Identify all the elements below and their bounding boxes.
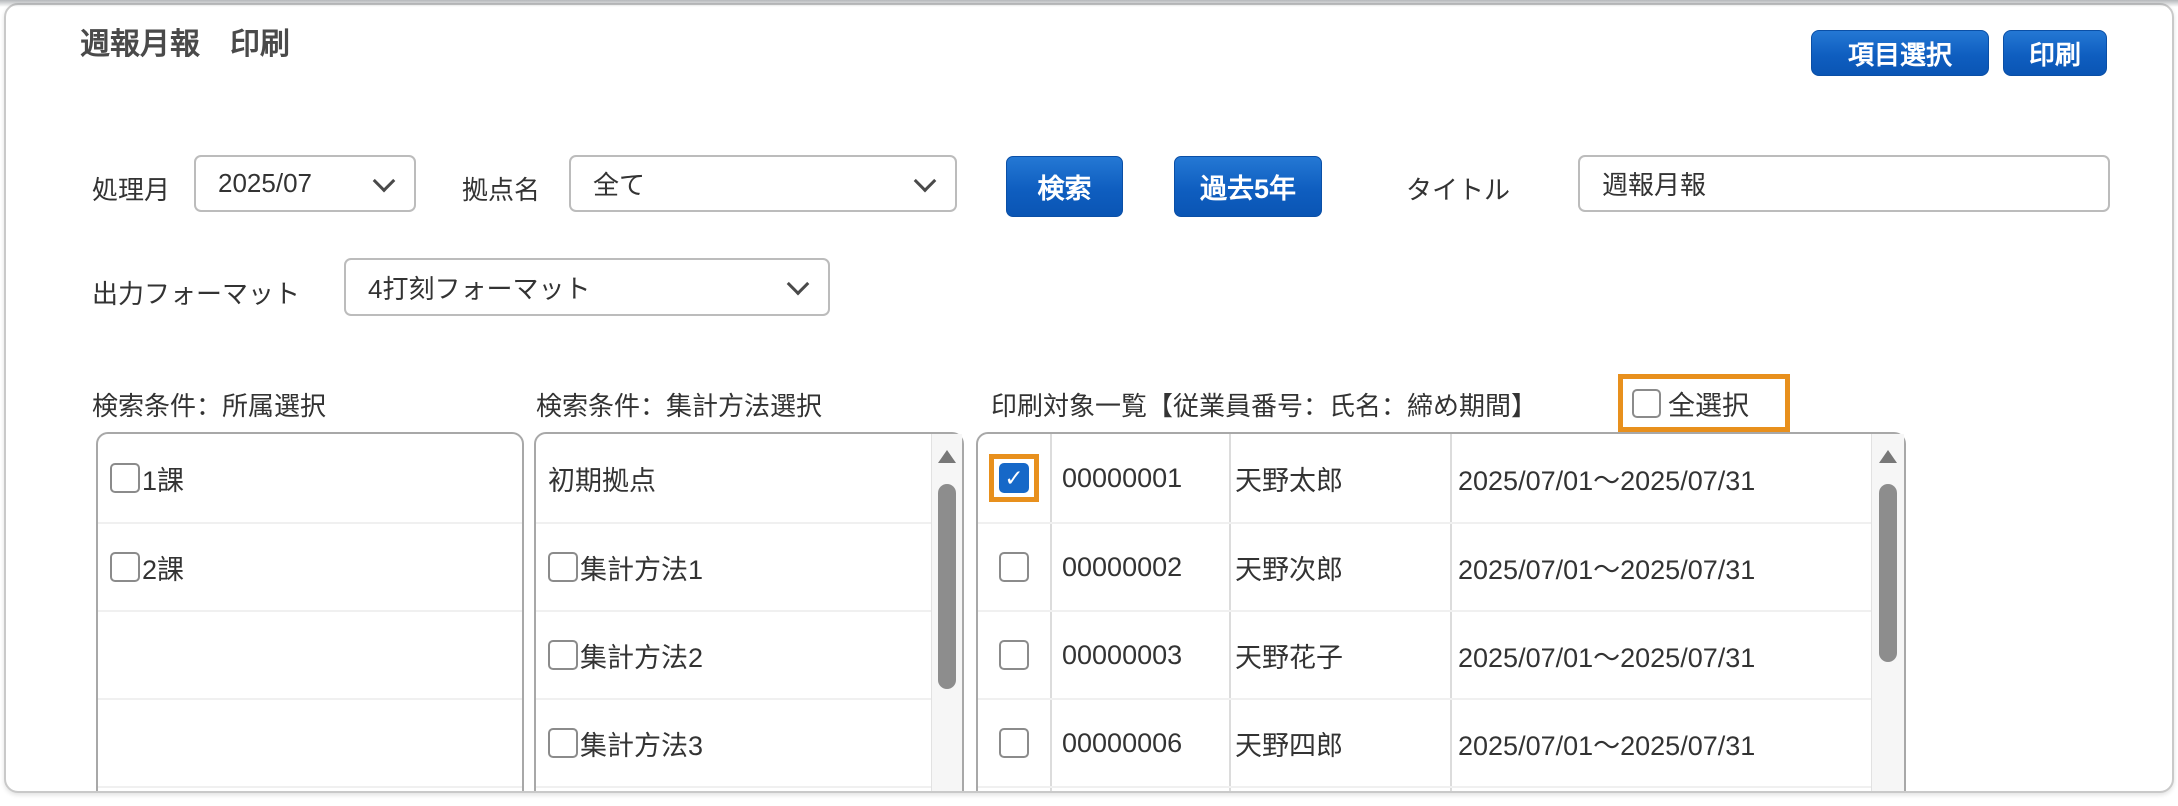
weekly-monthly-report-print-screen: 週報月報 印刷 項目選択 印刷 処理月 2025/07 拠点名 全て 検索 過去…	[0, 0, 2178, 806]
dept-panel: 1課 2課	[96, 432, 524, 791]
select-all-label: 全選択	[1668, 390, 1749, 421]
print-row-checkbox[interactable]	[999, 552, 1029, 582]
dept-item-checkbox[interactable]	[110, 552, 140, 582]
employee-name: 天野次郎	[1235, 554, 1343, 585]
output-format-value: 4打刻フォーマット	[368, 273, 591, 304]
employee-number: 00000001	[1062, 462, 1183, 493]
site-value: 全て	[593, 170, 646, 200]
method-item-row[interactable]: 集計方法1	[536, 524, 932, 612]
method-panel-header: 検索条件：集計方法選択	[536, 391, 823, 421]
method-item-row[interactable]: 集計方法3	[536, 700, 932, 788]
closing-period: 2025/07/01～2025/07/31	[1458, 730, 1756, 761]
closing-period: 2025/07/01～2025/07/31	[1458, 554, 1756, 585]
row-checkbox-highlight: ✓	[989, 454, 1039, 502]
print-target-row[interactable]: 00000003 天野花子 2025/07/01～2025/07/31	[978, 612, 1872, 700]
dept-item-label: 2課	[142, 554, 185, 585]
scrollbar-thumb[interactable]	[938, 484, 956, 689]
empty-row	[98, 612, 522, 700]
chevron-down-icon	[913, 169, 937, 192]
search-button-label: 検索	[1037, 174, 1092, 204]
method-item-checkbox[interactable]	[548, 728, 578, 758]
method-item-row[interactable]: 集計方法2	[536, 612, 932, 700]
select-all-highlight: 全選択	[1618, 374, 1790, 432]
print-button-label: 印刷	[2028, 39, 2081, 70]
print-row-checkbox[interactable]: ✓	[999, 463, 1029, 493]
method-item-label: 集計方法3	[580, 730, 704, 761]
employee-number: 00000006	[1062, 727, 1183, 758]
dept-panel-header: 検索条件：所属選択	[92, 391, 327, 421]
employee-name: 天野四郎	[1235, 730, 1343, 761]
employee-number: 00000003	[1062, 639, 1183, 670]
item-select-button[interactable]: 項目選択	[1811, 30, 1989, 76]
process-month-select[interactable]: 2025/07	[194, 155, 416, 212]
method-group-label: 初期拠点	[548, 465, 656, 496]
print-row-checkbox[interactable]	[999, 728, 1029, 758]
employee-name: 天野花子	[1235, 642, 1343, 673]
print-target-row[interactable]: ✓ 00000001 天野太郎 2025/07/01～2025/07/31	[978, 434, 1872, 524]
dept-item-checkbox[interactable]	[110, 463, 140, 493]
method-item-checkbox[interactable]	[548, 552, 578, 582]
site-select[interactable]: 全て	[569, 155, 957, 212]
scrollbar-thumb[interactable]	[1879, 484, 1897, 662]
past-5-years-button-label: 過去5年	[1199, 174, 1297, 204]
closing-period: 2025/07/01～2025/07/31	[1458, 642, 1756, 673]
site-label: 拠点名	[462, 175, 541, 205]
print-button[interactable]: 印刷	[2003, 30, 2107, 76]
print-target-row[interactable]: 00000002 天野次郎 2025/07/01～2025/07/31	[978, 524, 1872, 612]
report-title-label: タイトル	[1406, 175, 1511, 205]
output-format-select[interactable]: 4打刻フォーマット	[344, 258, 830, 316]
print-target-row-partial	[978, 788, 1872, 791]
past-5-years-button[interactable]: 過去5年	[1174, 156, 1322, 217]
method-item-label: 集計方法2	[580, 642, 704, 673]
employee-name: 天野太郎	[1235, 465, 1343, 496]
report-title-value: 週報月報	[1602, 170, 1707, 200]
method-panel-scrollbar[interactable]	[931, 434, 962, 791]
main-card: 週報月報 印刷 項目選択 印刷 処理月 2025/07 拠点名 全て 検索 過去…	[4, 3, 2174, 793]
closing-period: 2025/07/01～2025/07/31	[1458, 465, 1756, 496]
print-panel: ✓ 00000001 天野太郎 2025/07/01～2025/07/31 00…	[976, 432, 1906, 791]
page-title: 週報月報 印刷	[80, 28, 290, 61]
dept-item-label: 1課	[142, 465, 185, 496]
dept-item-row[interactable]: 1課	[98, 434, 522, 524]
empty-row	[98, 700, 522, 788]
print-target-row[interactable]: 00000006 天野四郎 2025/07/01～2025/07/31	[978, 700, 1872, 788]
item-select-button-label: 項目選択	[1847, 39, 1952, 70]
method-panel: 初期拠点 集計方法1 集計方法2 集計方法3	[534, 432, 964, 791]
print-panel-scrollbar[interactable]	[1871, 434, 1904, 791]
method-item-checkbox[interactable]	[548, 640, 578, 670]
method-item-label: 集計方法1	[580, 554, 704, 585]
scroll-up-icon[interactable]	[1879, 450, 1897, 463]
method-group-row: 初期拠点	[536, 434, 932, 524]
print-row-checkbox[interactable]	[999, 640, 1029, 670]
process-month-value: 2025/07	[218, 168, 312, 198]
employee-number: 00000002	[1062, 551, 1183, 582]
report-title-input[interactable]: 週報月報	[1578, 155, 2110, 212]
dept-item-row[interactable]: 2課	[98, 524, 522, 612]
search-button[interactable]: 検索	[1006, 156, 1123, 217]
scroll-up-icon[interactable]	[938, 450, 956, 463]
top-shadow	[0, 0, 2178, 7]
process-month-label: 処理月	[92, 175, 171, 205]
chevron-down-icon	[786, 272, 810, 296]
chevron-down-icon	[372, 169, 396, 192]
output-format-label: 出力フォーマット	[92, 279, 301, 309]
select-all-checkbox[interactable]	[1632, 388, 1661, 418]
print-panel-header: 印刷対象一覧【従業員番号：氏名：締め期間】	[991, 391, 1538, 421]
